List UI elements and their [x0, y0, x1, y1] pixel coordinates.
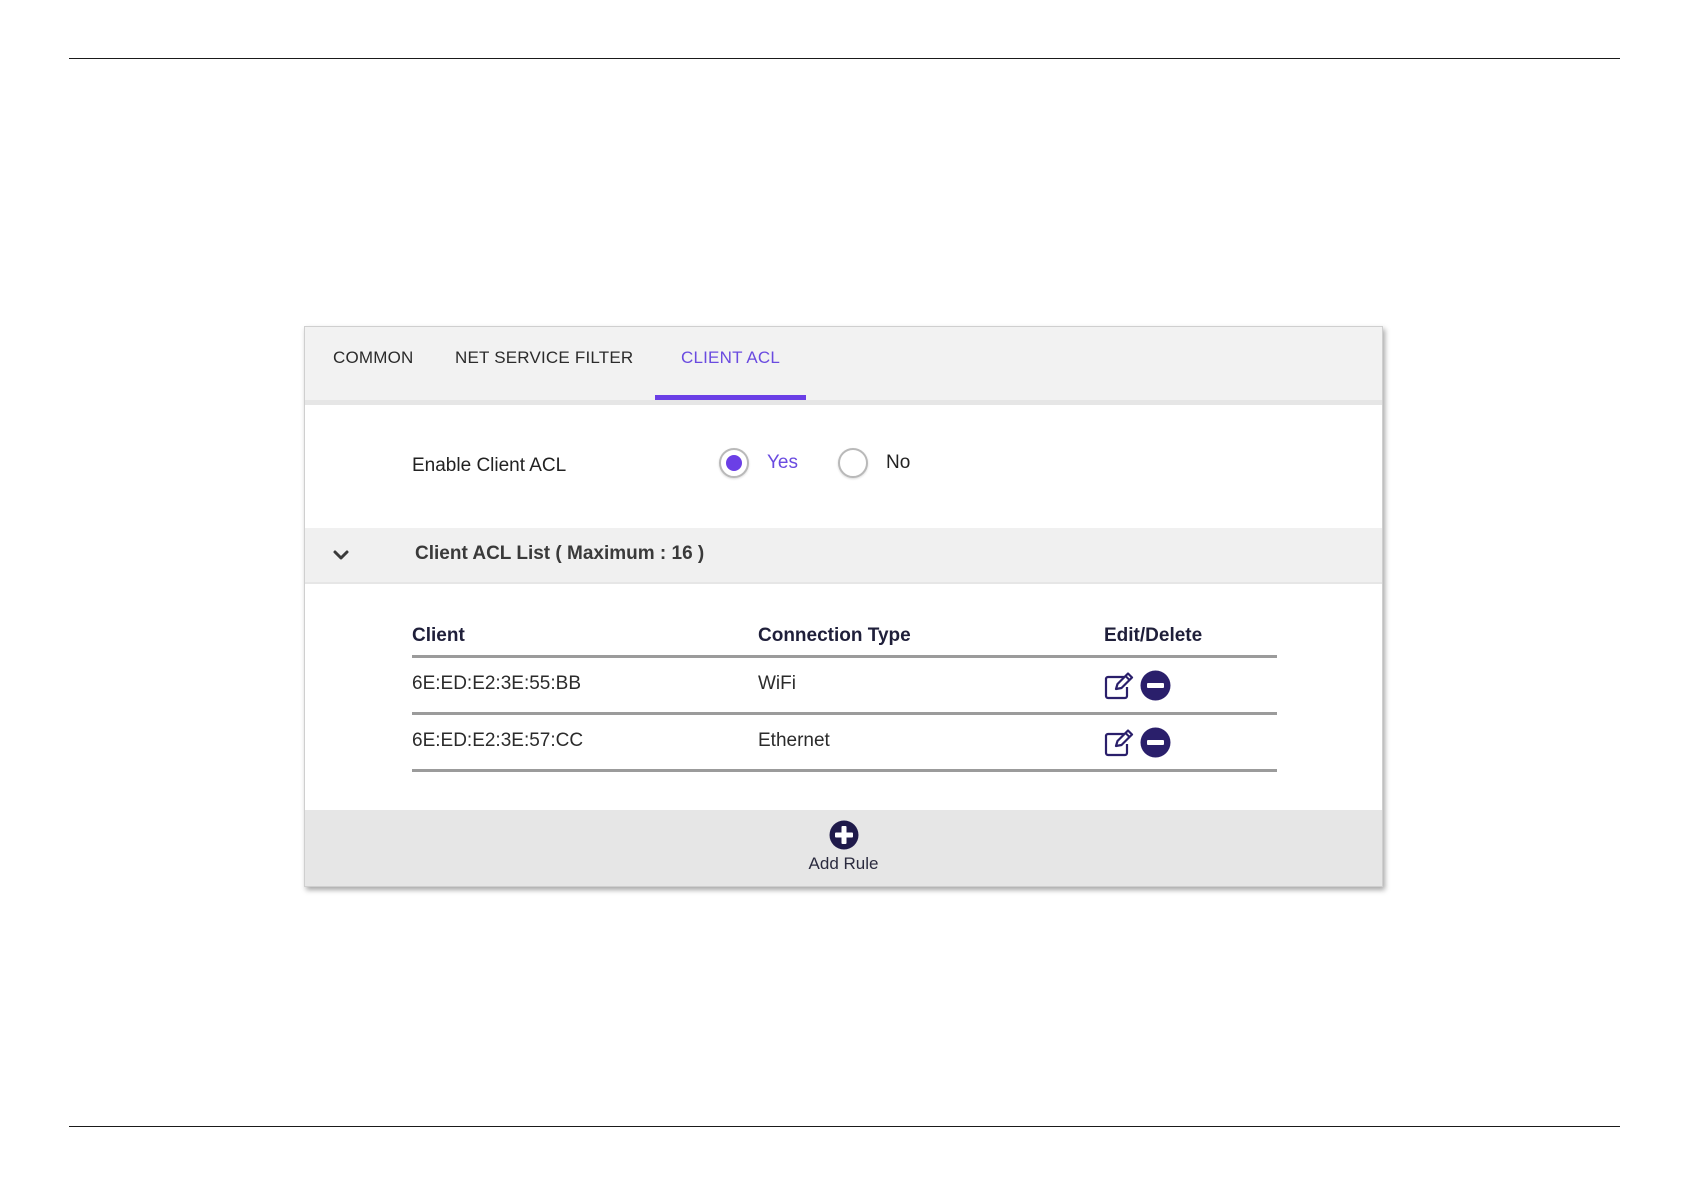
radio-yes-label[interactable]: Yes — [767, 452, 798, 474]
radio-no-label[interactable]: No — [886, 452, 910, 474]
tab-bar: COMMON NET SERVICE FILTER CLIENT ACL — [305, 327, 1382, 405]
delete-icon[interactable] — [1140, 670, 1171, 701]
header-client: Client — [412, 625, 465, 646]
radio-no-circle[interactable] — [838, 448, 868, 478]
edit-icon[interactable] — [1104, 728, 1134, 757]
enable-client-acl-row: Enable Client ACL Yes No — [305, 405, 1382, 522]
tab-common[interactable]: COMMON — [307, 327, 417, 400]
chevron-down-icon[interactable] — [330, 544, 352, 566]
row-actions — [1104, 727, 1171, 758]
enable-client-acl-label: Enable Client ACL — [412, 455, 567, 476]
header-connection-type: Connection Type — [758, 625, 911, 646]
add-rule-button[interactable]: Add Rule — [784, 820, 904, 874]
table-footer: Add Rule — [305, 810, 1382, 886]
cell-client: 6E:ED:E2:3E:55:BB — [412, 673, 581, 694]
header-edit-delete: Edit/Delete — [1104, 625, 1203, 646]
delete-icon[interactable] — [1140, 727, 1171, 758]
table-row: 6E:ED:E2:3E:55:BB WiFi — [412, 658, 1277, 715]
table-header-row: Client Connection Type Edit/Delete — [412, 621, 1277, 658]
radio-yes[interactable]: Yes — [719, 445, 798, 481]
client-acl-list-title: Client ACL List ( Maximum : 16 ) — [415, 543, 705, 564]
client-acl-panel: COMMON NET SERVICE FILTER CLIENT ACL Ena… — [304, 326, 1383, 887]
tab-net-service-filter[interactable]: NET SERVICE FILTER — [429, 327, 659, 400]
plus-circle-icon[interactable] — [829, 820, 859, 850]
tab-client-acl[interactable]: CLIENT ACL — [655, 327, 807, 400]
row-actions — [1104, 670, 1171, 701]
radio-no[interactable]: No — [838, 445, 910, 481]
bottom-divider — [69, 1126, 1620, 1127]
cell-connection-type: Ethernet — [758, 730, 830, 751]
client-acl-list-header[interactable]: Client ACL List ( Maximum : 16 ) — [305, 528, 1382, 584]
radio-yes-circle[interactable] — [719, 448, 749, 478]
client-acl-table: Client Connection Type Edit/Delete 6E:ED… — [412, 621, 1277, 772]
cell-connection-type: WiFi — [758, 673, 796, 694]
radio-selected-dot — [726, 455, 742, 471]
top-divider — [69, 58, 1620, 59]
cell-client: 6E:ED:E2:3E:57:CC — [412, 730, 584, 751]
edit-icon[interactable] — [1104, 671, 1134, 700]
add-rule-label[interactable]: Add Rule — [784, 854, 904, 874]
table-row: 6E:ED:E2:3E:57:CC Ethernet — [412, 715, 1277, 772]
